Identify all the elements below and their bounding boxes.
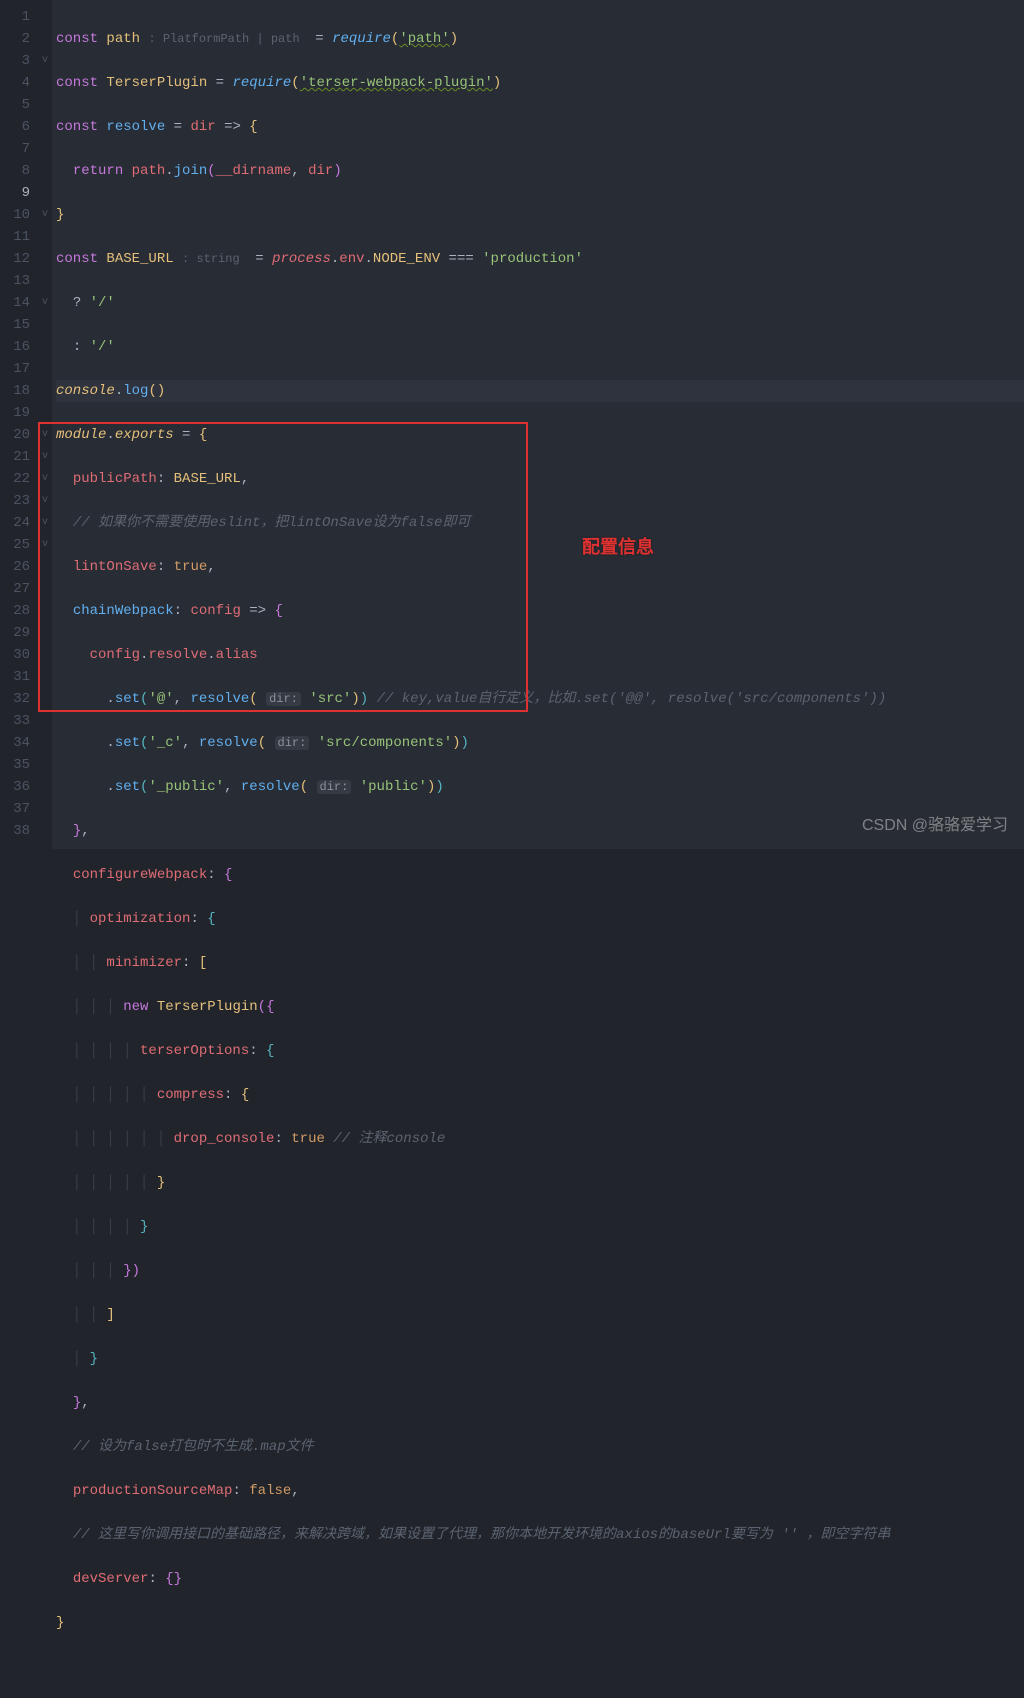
fold-icon: v — [38, 490, 52, 512]
fold-icon: v — [38, 468, 52, 490]
fold-icon: v — [38, 512, 52, 534]
fold-icon: v — [38, 50, 52, 72]
fold-icon: v — [38, 292, 52, 314]
line-number-gutter: 1 2 3 4 5 6 7 8 9 10 11 12 13 14 15 16 1… — [0, 0, 38, 849]
fold-icon: v — [38, 446, 52, 468]
code-area[interactable]: const path : PlatformPath | path = requi… — [52, 0, 1024, 849]
fold-icon: v — [38, 424, 52, 446]
fold-icon: v — [38, 534, 52, 556]
fold-icon: v — [38, 204, 52, 226]
code-editor[interactable]: 1 2 3 4 5 6 7 8 9 10 11 12 13 14 15 16 1… — [0, 0, 1024, 849]
fold-gutter[interactable]: v v v v v v v v v — [38, 0, 52, 849]
